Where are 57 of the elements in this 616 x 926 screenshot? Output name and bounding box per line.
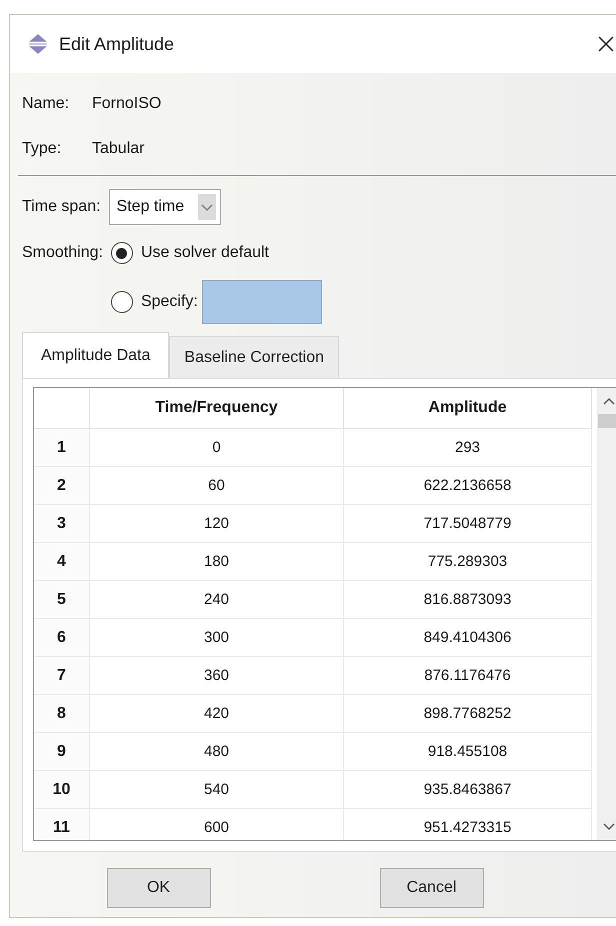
radio-option[interactable]: Specify:	[110, 291, 198, 313]
row-number: 3	[34, 505, 90, 543]
specify-input-field[interactable]	[202, 280, 322, 324]
time-span-label: Time span:	[22, 198, 101, 216]
name-value: FornoISO	[92, 94, 162, 112]
table-cell: 300	[90, 619, 344, 657]
row-number: 4	[34, 543, 90, 581]
table-cell: 898.7768252	[344, 695, 592, 733]
table-cell: 420	[90, 695, 344, 733]
radio-option[interactable]: Use solver default	[110, 242, 269, 264]
row-number: 1	[34, 429, 90, 467]
close-icon[interactable]	[598, 36, 614, 52]
scrollbar-thumb[interactable]	[598, 414, 616, 428]
dialog-button[interactable]: OK	[106, 868, 210, 908]
tab[interactable]: Amplitude Data	[22, 332, 170, 378]
table-cell: 120	[90, 505, 344, 543]
row-number: 7	[34, 657, 90, 695]
table-cell: 360	[90, 657, 344, 695]
name-label: Name:	[22, 94, 70, 112]
table-cell: 240	[90, 581, 344, 619]
table-cell: 622.2136658	[344, 467, 592, 505]
table-cell: 816.8873093	[344, 581, 592, 619]
table-cell: 951.4273315	[344, 809, 592, 840]
row-number: 6	[34, 619, 90, 657]
table-cell: 60	[90, 467, 344, 505]
tab[interactable]: Baseline Correction	[169, 336, 340, 378]
table-cell: 849.4104306	[344, 619, 592, 657]
window-title: Edit Amplitude	[59, 34, 174, 54]
row-number: 10	[34, 771, 90, 809]
smoothing-label: Smoothing:	[22, 243, 103, 263]
type-value: Tabular	[92, 140, 144, 158]
table-cell: 0	[90, 429, 344, 467]
table-cell: 918.455108	[344, 733, 592, 771]
row-number: 2	[34, 467, 90, 505]
row-number: 5	[34, 581, 90, 619]
dialog-button[interactable]: Cancel	[380, 868, 484, 908]
column-header[interactable]: Time/Frequency	[90, 388, 344, 429]
table-cell: 876.1176476	[344, 657, 592, 695]
table-cell: 600	[90, 809, 344, 840]
table-cell: 775.289303	[344, 543, 592, 581]
row-number: 9	[34, 733, 90, 771]
table-cell: 717.5048779	[344, 505, 592, 543]
type-label: Type:	[22, 140, 62, 158]
table-cell: 540	[90, 771, 344, 809]
table-cell: 935.8463867	[344, 771, 592, 809]
row-number: 11	[34, 809, 90, 840]
scrollbar[interactable]	[597, 388, 616, 840]
table-cell: 480	[90, 733, 344, 771]
row-number: 8	[34, 695, 90, 733]
table-cell: 293	[344, 429, 592, 467]
chevron-up-icon[interactable]	[602, 396, 616, 406]
time-span-dropdown[interactable]: Step time	[108, 189, 222, 225]
table-cell: 180	[90, 543, 344, 581]
chevron-down-icon[interactable]	[602, 822, 616, 832]
chevron-down-icon	[198, 194, 216, 220]
column-header[interactable]: Amplitude	[344, 388, 592, 429]
double-arrow-icon	[27, 33, 49, 55]
